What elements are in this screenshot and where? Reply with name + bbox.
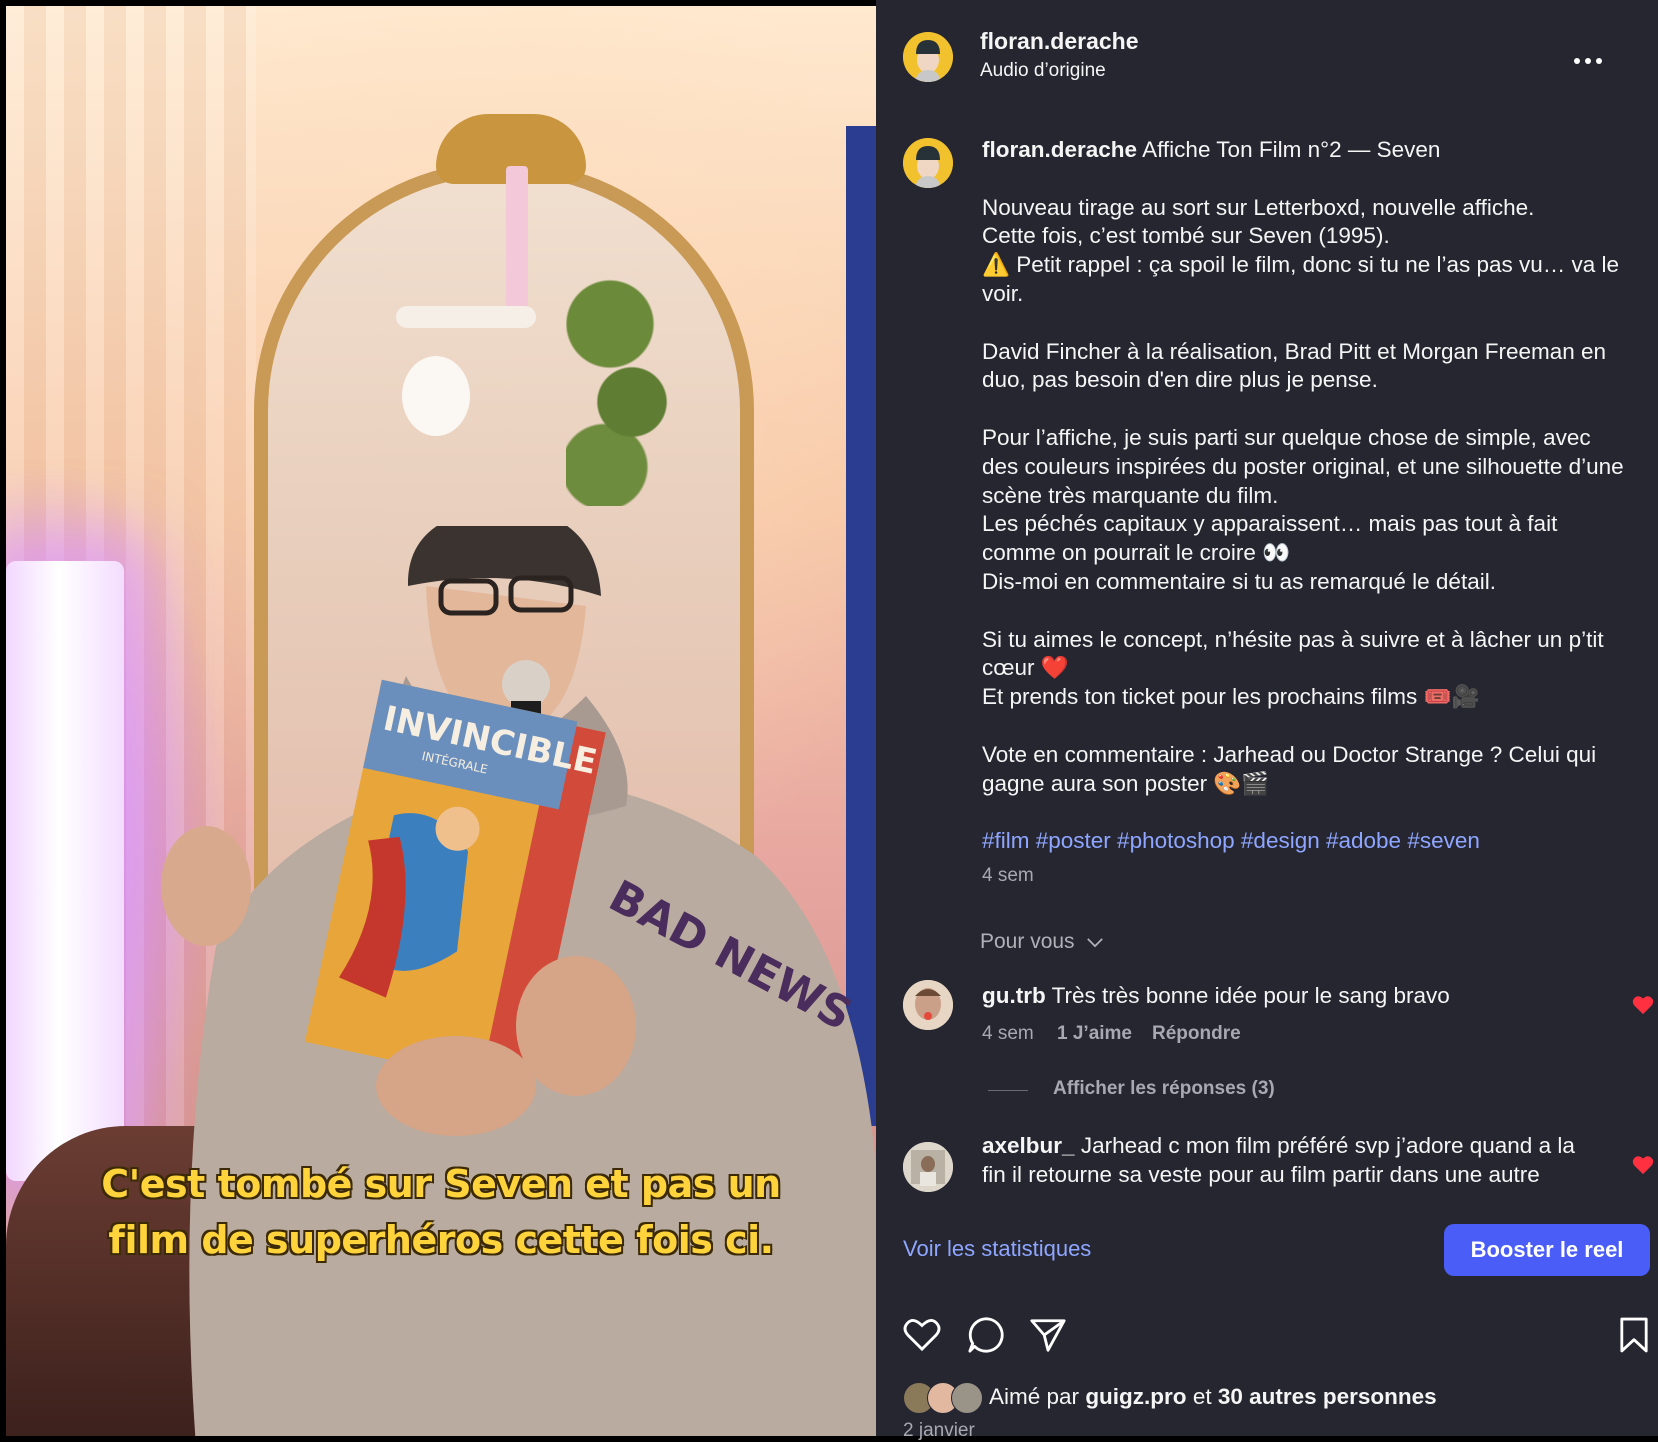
plant [566,246,676,506]
floor-lamp [6,561,124,1181]
post-caption: floran.derache Affiche Ton Film n°2 — Se… [982,136,1632,891]
caption-line: Vote en commentaire : Jarhead ou Doctor … [982,741,1597,796]
like-heart-icon[interactable] [903,1318,941,1352]
comment-bubble-icon[interactable] [967,1316,1005,1354]
comment-text-block: axelbur_ Jarhead c mon film préféré svp … [982,1132,1602,1190]
caption-line: ⚠️ Petit rappel : ça spoil le film, donc… [982,252,1620,306]
comment-like-heart-icon[interactable] [1632,994,1654,1016]
sort-label: Pour vous [980,930,1075,953]
caption-line: Dis-moi en commentaire si tu as remarqué… [982,568,1496,594]
avatar-illustration-icon [903,32,953,82]
author-avatar[interactable] [903,32,953,82]
lamp-bulb [402,356,470,436]
caption-avatar[interactable] [903,138,953,188]
comment-text-line: gu.trb Très très bonne idée pour le sang… [982,983,1450,1009]
replies-divider [988,1090,1028,1091]
subtitle-line-1: C'est tombé sur Seven et pas un [101,1162,781,1206]
comment-username[interactable]: axelbur_ [982,1133,1075,1158]
caption-username[interactable]: floran.derache [982,137,1137,162]
caption-title: Affiche Ton Film n°2 — Seven [1142,137,1441,162]
caption-line: Nouveau tirage au sort sur Letterboxd, n… [982,194,1535,220]
post-side-panel: floran.derache Audio d’origine floran.de… [876,0,1658,1441]
share-send-icon[interactable] [1029,1316,1067,1354]
video-subtitle: C'est tombé sur Seven et pas un film de … [6,1156,876,1268]
liked-by-others[interactable]: 30 autres personnes [1218,1384,1437,1409]
caption-line: Pour l’affiche, je suis parti sur quelqu… [982,424,1624,508]
caption-line: David Fincher à la réalisation, Brad Pit… [982,338,1607,393]
person-reading: BAD NEWS INVINCIBLE INTÉGRALE [161,526,876,1436]
liked-by-avatars[interactable] [903,1382,985,1414]
ribbon [506,166,528,326]
ceiling-fan [396,306,536,328]
post-date: 2 janvier [903,1420,975,1441]
liker-avatar [951,1382,983,1414]
liked-by-and: et [1192,1384,1212,1409]
subtitle-line-2: film de superhéros cette fois ci. [108,1218,774,1262]
liked-by-user[interactable]: guigz.pro [1085,1384,1186,1409]
chevron-down-icon [1087,938,1104,948]
reel-video[interactable]: BAD NEWS INVINCIBLE INTÉGRALE C'est tomb… [6,6,876,1436]
view-replies-button[interactable]: Afficher les réponses (3) [1053,1078,1275,1100]
comment-text: Très très bonne idée pour le sang bravo [1051,983,1450,1008]
sort-dropdown[interactable]: Pour vous [980,930,1104,954]
more-options-icon[interactable] [1573,52,1603,64]
avatar-illustration-icon [903,138,953,188]
view-stats-link[interactable]: Voir les statistiques [903,1236,1091,1262]
caption-line: Et prends ton ticket pour les prochains … [982,684,1480,710]
caption-line: Cette fois, c’est tombé sur Seven (1995)… [982,223,1390,249]
avatar-photo-icon [903,1142,953,1192]
comment-time: 4 sem [982,1023,1034,1044]
comment-likes-count[interactable]: 1 J’aime [1057,1023,1132,1045]
comment-avatar[interactable] [903,980,953,1030]
liked-by-prefix: Aimé par [989,1384,1080,1409]
caption-line: Les péchés capitaux y apparaissent… mais… [982,511,1558,566]
comment-like-heart-icon[interactable] [1632,1154,1654,1176]
caption-line: Si tu aimes le concept, n’hésite pas à s… [982,626,1604,681]
bookmark-save-icon[interactable] [1619,1316,1649,1354]
caption-hashtags[interactable]: #film #poster #photoshop #design #adobe … [982,827,1632,856]
comment-reply-button[interactable]: Répondre [1152,1023,1241,1045]
liked-by-text: Aimé par guigz.pro et 30 autres personne… [989,1384,1437,1410]
audio-label[interactable]: Audio d’origine [980,60,1106,82]
caption-time: 4 sem [982,864,1034,886]
avatar-photo-icon [903,980,953,1030]
caption-title-line: floran.derache Affiche Ton Film n°2 — Se… [982,136,1632,165]
header-username[interactable]: floran.derache [980,28,1139,55]
comment-2-container: axelbur_ Jarhead c mon film préféré svp … [876,1130,1658,1204]
comment-avatar[interactable] [903,1142,953,1192]
comment-username[interactable]: gu.trb [982,983,1046,1008]
boost-reel-button[interactable]: Booster le reel [1444,1224,1650,1276]
